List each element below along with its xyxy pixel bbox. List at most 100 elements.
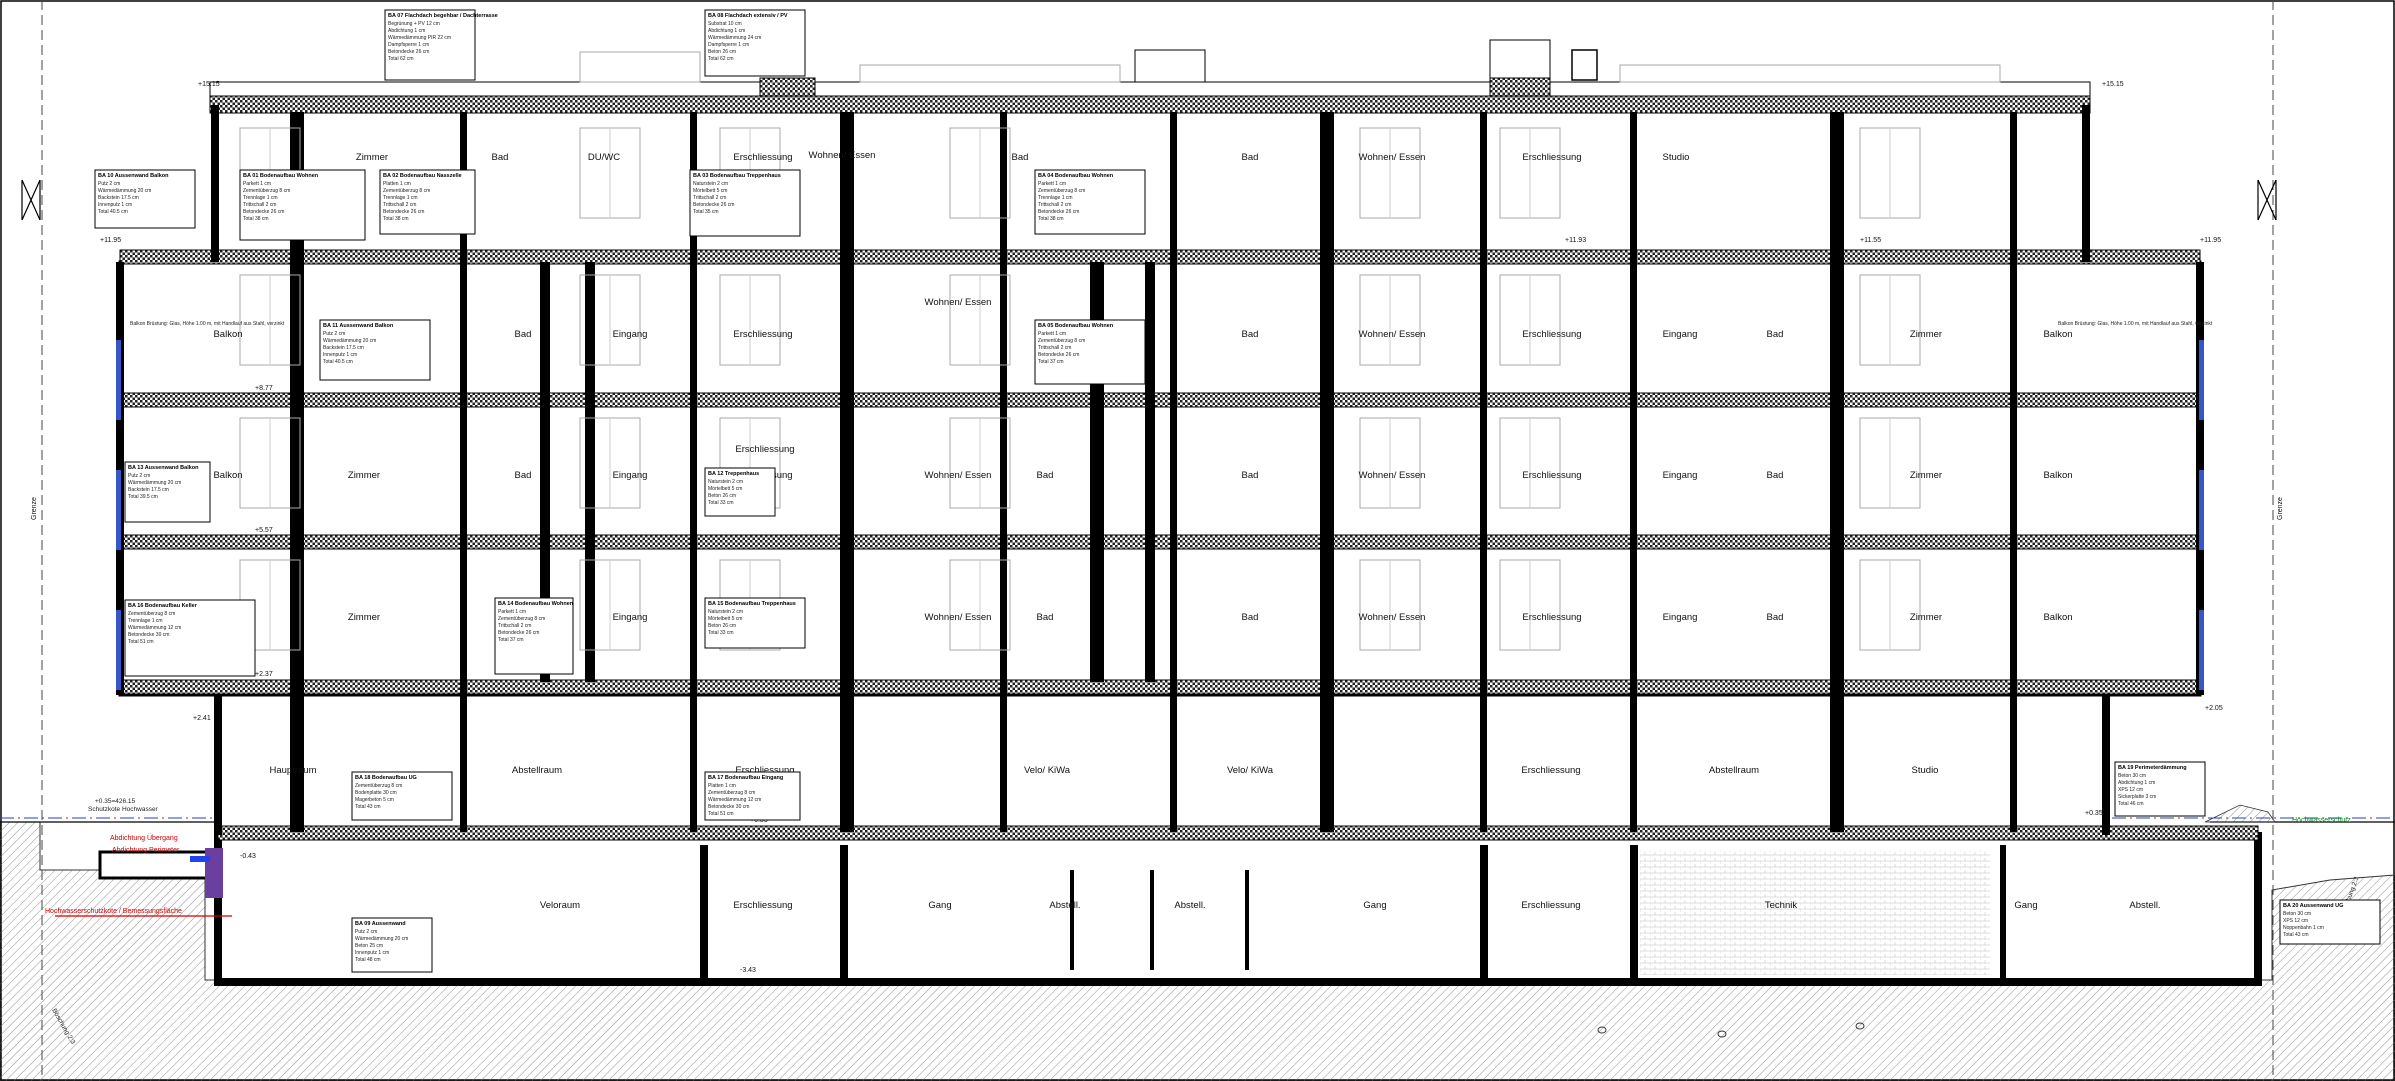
spec-box-title: BA 05 Bodenaufbau Wohnen <box>1038 323 1114 329</box>
spec-box-0: BA 07 Flachdach begehbar / Dachterrasse B… <box>384 9 498 81</box>
spec-box-line: Abdichtung 1 cm <box>2118 780 2155 786</box>
terrain-sublabel: Schutzkote Hochwasser <box>88 806 159 813</box>
room-label-ug-8: Gang <box>2014 900 2037 911</box>
level-top-right: +15.15 <box>2102 81 2124 88</box>
room-label-f4-3: Eingang <box>613 329 648 340</box>
spec-box-line: Innenputz 1 cm <box>323 352 357 358</box>
level-l2-a: +2.37 <box>255 671 273 678</box>
spec-box-line: Betondecke 26 cm <box>1038 352 1079 358</box>
room-label-f5-6: Bad <box>1242 152 1259 163</box>
spec-box-title: BA 03 Bodenaufbau Treppenhaus <box>693 173 781 179</box>
ug-partition-2 <box>1245 870 1249 970</box>
level-l5-left: +11.95 <box>100 237 121 244</box>
spec-box-title: BA 16 Bodenaufbau Keller <box>128 603 198 609</box>
spec-box-line: Platten 1 cm <box>383 181 411 187</box>
spec-box-line: Parkett 1 cm <box>1038 181 1066 187</box>
room-label-f2-5: Wohnen/ Essen <box>925 612 992 623</box>
spec-box-line: Wärmedämmung PIR 22 cm <box>388 35 451 41</box>
spec-box-line: Trennlage 1 cm <box>1038 195 1073 201</box>
room-label-f5-2: DU/WC <box>588 152 620 163</box>
room-label-f3-13: Balkon <box>2043 470 2072 481</box>
room-label-ug-0: Veloraum <box>540 900 580 911</box>
room-label-f2-6: Bad <box>1037 612 1054 623</box>
spec-box-2: BA 10 Aussenwand Balkon Putz 2 cmWärmedäm… <box>94 169 196 229</box>
room-label-f2-11: Bad <box>1767 612 1784 623</box>
room-label-f2-13: Balkon <box>2043 612 2072 623</box>
spec-box-15: BA 18 Bodenaufbau UG Zementüberzug 8 cmBo… <box>351 771 453 821</box>
spec-box-line: Zementüberzug 8 cm <box>498 616 545 622</box>
spec-box-line: Abdichtung 1 cm <box>708 28 745 34</box>
spec-box-line: Wärmedämmung 20 cm <box>323 338 376 344</box>
spec-box-line: Putz 2 cm <box>128 473 150 479</box>
spec-box-line: Wärmedämmung 12 cm <box>708 797 761 803</box>
spec-box-line: Total 51 cm <box>708 811 734 817</box>
spec-box-line: Betondecke 26 cm <box>693 202 734 208</box>
spec-box-line: Naturstein 2 cm <box>708 479 743 485</box>
spec-box-line: Naturstein 2 cm <box>693 181 728 187</box>
note-right: Balkon Brüstung: Glas, Höhe 1.00 m, mit … <box>2058 321 2213 327</box>
level-l5-a: +11.93 <box>1565 237 1586 244</box>
spec-box-line: Mörtelbett 5 cm <box>708 616 742 622</box>
spec-box-line: Backstein 17.5 cm <box>128 487 169 493</box>
spec-box-8: BA 11 Aussenwand Balkon Putz 2 cmWärmedäm… <box>319 319 431 381</box>
level-l3-a: +5.57 <box>255 527 273 534</box>
spec-box-1: BA 08 Flachdach extensiv / PV Substrat 10… <box>704 9 806 77</box>
room-label-ug-3: Abstell. <box>1049 900 1080 911</box>
room-label-f5-5: Bad <box>1012 152 1029 163</box>
spec-box-title: BA 18 Bodenaufbau UG <box>355 775 417 781</box>
spec-box-line: Substrat 10 cm <box>708 21 742 27</box>
spec-box-line: Beton 26 cm <box>708 493 736 499</box>
ug-wall-2 <box>1480 845 1488 980</box>
spec-box-line: Putz 2 cm <box>98 181 120 187</box>
spec-box-line: Trittschall 2 cm <box>1038 202 1071 208</box>
spec-box-line: Zementüberzug 8 cm <box>383 188 430 194</box>
spec-box-line: Trittschall 2 cm <box>1038 345 1071 351</box>
spec-box-line: Naturstein 2 cm <box>708 609 743 615</box>
room-label-f1-7: Studio <box>1912 765 1939 776</box>
green-note-1: Hochwasserschutz <box>2292 817 2351 824</box>
spec-box-line: Wärmedämmung 24 cm <box>708 35 761 41</box>
room-label-f2-9: Erschliessung <box>1522 612 1581 623</box>
spec-box-line: Noppenbahn 1 cm <box>2283 925 2324 931</box>
wall-4 <box>1000 112 1007 832</box>
room-label-f2-8: Wohnen/ Essen <box>1359 612 1426 623</box>
room-label-f5-8: Erschliessung <box>1522 152 1581 163</box>
level-l4-a: +8.77 <box>255 385 273 392</box>
spec-box-line: Wärmedämmung 20 cm <box>98 188 151 194</box>
room-label-f1-6: Abstellraum <box>1709 765 1759 776</box>
level-ug-a: -0.43 <box>240 853 256 860</box>
grenze-right-label: Grenze <box>2277 497 2284 520</box>
spec-box-line: Total 43 cm <box>2283 932 2309 938</box>
spec-box-line: Zementüberzug 8 cm <box>1038 188 1085 194</box>
note-left: Balkon Brüstung: Glas, Höhe 1.00 m, mit … <box>130 321 285 327</box>
spec-box-line: Betondecke 26 cm <box>498 630 539 636</box>
spec-box-title: BA 17 Bodenaufbau Eingang <box>708 775 783 781</box>
spec-box-line: Total 40.5 cm <box>323 359 353 365</box>
spec-box-line: Zementüberzug 8 cm <box>243 188 290 194</box>
spec-box-title: BA 12 Treppenhaus <box>708 471 759 477</box>
ug-partition-1 <box>1150 870 1154 970</box>
spec-box-line: Wärmedämmung 20 cm <box>355 936 408 942</box>
spec-box-line: Parkett 1 cm <box>243 181 271 187</box>
spec-box-line: Dampfsperre 1 cm <box>388 42 429 48</box>
room-label-f3-11: Bad <box>1767 470 1784 481</box>
room-label-f2-1: Zimmer <box>348 612 380 623</box>
spec-box-line: Total 39.5 cm <box>128 494 158 500</box>
spec-box-line: Mörtelbett 5 cm <box>708 486 742 492</box>
spec-box-line: Wärmedämmung 20 cm <box>128 480 181 486</box>
spec-box-line: Zementüberzug 8 cm <box>355 783 402 789</box>
red-note-2: Abdichtung Perimeter <box>112 847 180 854</box>
room-label-f4-11: Zimmer <box>1910 329 1942 340</box>
spec-box-line: Total 51 cm <box>128 639 154 645</box>
terrain-label: +0.35=426.15 <box>95 798 136 805</box>
ug-wall-1 <box>840 845 848 980</box>
ug-partition-0 <box>1070 870 1074 970</box>
spec-box-line: Trittschall 2 cm <box>243 202 276 208</box>
room-label-ug-7: Technik <box>1765 900 1797 911</box>
room-label-f5-7: Wohnen/ Essen <box>1359 152 1426 163</box>
room-label-ug-5: Gang <box>1363 900 1386 911</box>
room-label-f5-4: Wohnen/ Essen <box>809 150 876 161</box>
room-label-f3-5: Wohnen/ Essen <box>925 470 992 481</box>
spec-box-line: Total 38 cm <box>1038 216 1064 222</box>
room-label-f5-1: Bad <box>492 152 509 163</box>
